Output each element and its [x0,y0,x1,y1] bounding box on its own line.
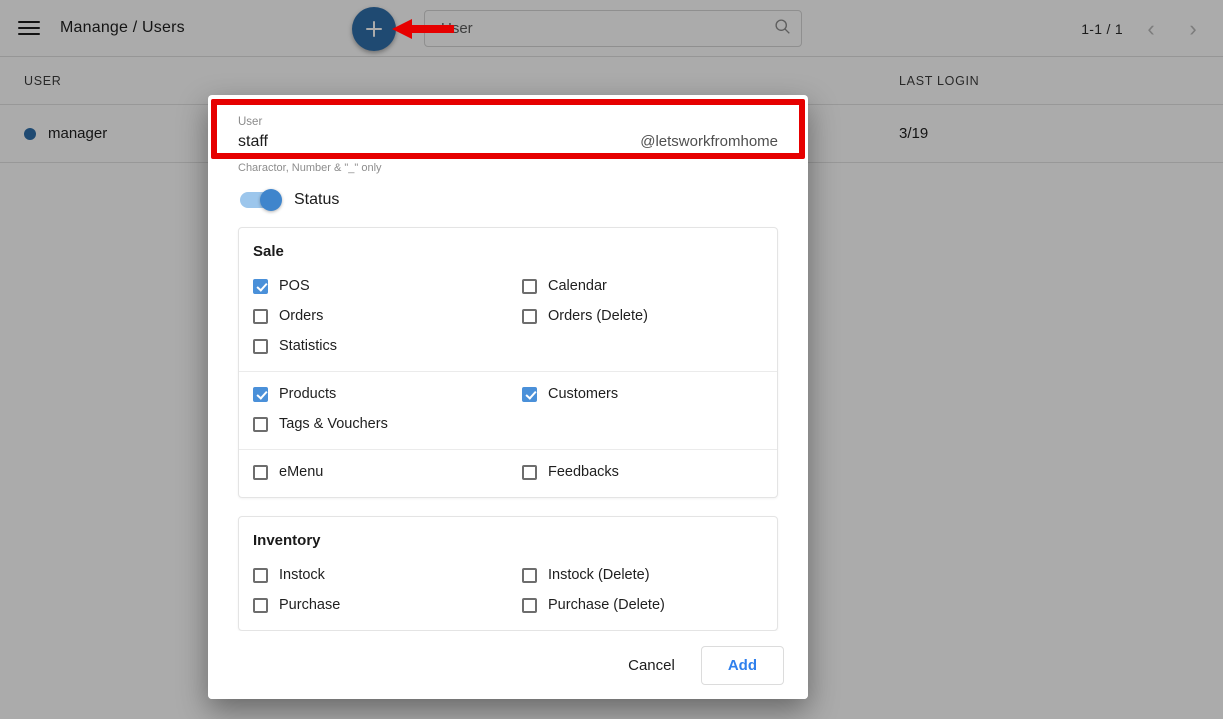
user-name-input[interactable] [238,133,641,151]
checkbox-unchecked-icon[interactable] [253,597,268,613]
permission-checkbox-item[interactable]: eMenu [239,457,508,487]
user-field-label: User [238,116,263,128]
permission-card: Inventory Instock Instock (Delete) Purchase… [238,516,778,631]
permission-label: Calendar [548,278,607,294]
permission-label: Products [279,386,337,402]
add-button[interactable]: Add [700,645,784,685]
permission-checkbox-item[interactable]: Instock [239,560,508,590]
checkbox-unchecked-icon[interactable] [253,308,268,324]
permission-label: Customers [548,386,619,402]
permission-checkbox-item[interactable]: Instock (Delete) [508,560,777,590]
checkbox-checked-icon[interactable] [253,278,268,294]
checkbox-checked-icon[interactable] [253,386,268,402]
permission-label: Instock [279,567,325,583]
checkbox-unchecked-icon[interactable] [522,278,537,294]
permission-label: Statistics [279,338,338,354]
checkbox-unchecked-icon[interactable] [522,567,537,583]
status-toggle-row[interactable]: Status [240,189,792,211]
status-toggle-label: Status [294,191,340,208]
permission-label: Instock (Delete) [548,567,650,583]
permission-checkbox-item[interactable]: Purchase [239,590,508,620]
permission-checkbox-item[interactable]: Statistics [239,331,508,361]
permission-checkbox-item[interactable]: Orders [239,301,508,331]
permission-checkbox-item[interactable]: Feedbacks [508,457,777,487]
permission-grid: eMenu Feedbacks [239,457,777,487]
permission-checkbox-item[interactable]: Products [239,379,508,409]
user-field-hint: Charactor, Number & "_" only [238,162,382,174]
permission-card: Sale POS Calendar Orders Orders (Delete) Stat… [238,227,778,498]
permission-cards-container: Sale POS Calendar Orders Orders (Delete) Stat… [224,227,792,631]
permission-group: eMenu Feedbacks [239,449,777,497]
permission-checkbox-item[interactable]: Calendar [508,271,777,301]
checkbox-unchecked-icon[interactable] [253,338,268,354]
permission-checkbox-item[interactable]: Customers [508,379,777,409]
permission-card-title: Sale [253,243,284,260]
permission-grid: Products Customers Tags & Vouchers [239,379,777,439]
permission-label: Feedbacks [548,464,619,480]
checkbox-unchecked-icon[interactable] [253,567,268,583]
permission-label: eMenu [279,464,324,480]
permission-grid: POS Calendar Orders Orders (Delete) Statisti… [239,271,777,361]
permission-label: Orders (Delete) [548,308,648,324]
dialog-footer: Cancel Add [208,631,808,699]
dialog-content-scroll[interactable]: User @letsworkfromhome Charactor, Number… [208,95,808,631]
checkbox-checked-icon[interactable] [522,386,537,402]
permission-label: POS [279,278,310,294]
permission-group: Instock Instock (Delete) Purchase Purchase … [239,553,777,630]
toggle-knob [260,189,282,211]
permission-checkbox-item[interactable]: Purchase (Delete) [508,590,777,620]
checkbox-unchecked-icon[interactable] [522,464,537,480]
permission-label: Purchase [279,597,341,613]
checkbox-unchecked-icon[interactable] [253,416,268,432]
add-user-dialog: User @letsworkfromhome Charactor, Number… [208,95,808,699]
checkbox-unchecked-icon[interactable] [522,308,537,324]
checkbox-unchecked-icon[interactable] [253,464,268,480]
permission-checkbox-item[interactable]: Orders (Delete) [508,301,777,331]
cancel-button[interactable]: Cancel [618,649,685,682]
permission-checkbox-item[interactable]: Tags & Vouchers [239,409,508,439]
user-domain-suffix: @letsworkfromhome [640,133,778,150]
permission-grid: Instock Instock (Delete) Purchase Purchase … [239,560,777,620]
permission-checkbox-item[interactable]: POS [239,271,508,301]
permission-label: Orders [279,308,324,324]
permission-group: Products Customers Tags & Vouchers [239,371,777,449]
status-toggle[interactable] [240,189,282,211]
checkbox-unchecked-icon[interactable] [522,597,537,613]
permission-group: POS Calendar Orders Orders (Delete) Statisti… [239,264,777,371]
permission-card-title: Inventory [253,532,321,549]
permission-label: Purchase (Delete) [548,597,665,613]
user-name-field[interactable]: User @letsworkfromhome [224,116,792,157]
permission-label: Tags & Vouchers [279,416,388,432]
